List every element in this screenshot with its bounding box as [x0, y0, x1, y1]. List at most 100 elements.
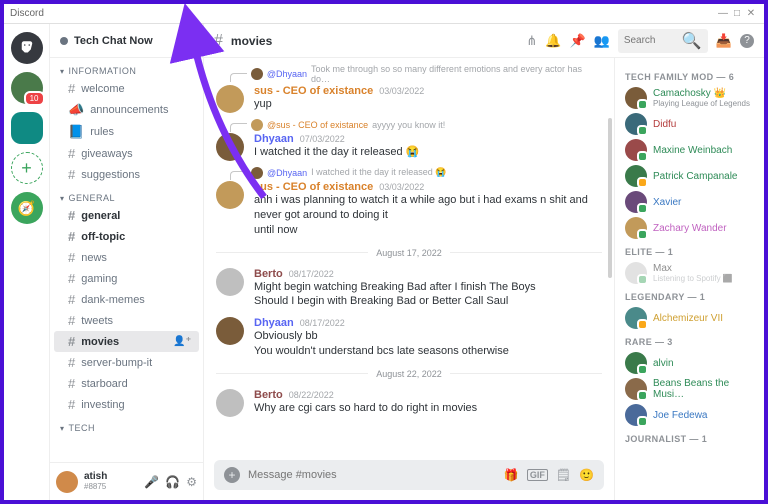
channel-rules[interactable]: 📘rules — [54, 121, 199, 143]
home-button[interactable] — [11, 32, 43, 64]
date-divider: August 17, 2022 — [216, 248, 602, 258]
message-author[interactable]: Berto — [254, 268, 283, 280]
hash-icon: # — [68, 355, 75, 370]
self-avatar[interactable] — [56, 471, 78, 493]
sticker-icon[interactable]: 🗒 — [556, 468, 571, 482]
help-icon[interactable]: ? — [740, 34, 754, 48]
channel-gaming[interactable]: #gaming — [54, 268, 199, 289]
min-button[interactable]: — — [716, 8, 730, 19]
category-label[interactable]: TECH — [50, 415, 203, 435]
gif-icon[interactable]: GIF — [527, 469, 548, 481]
hash-icon: # — [68, 292, 75, 307]
channel-label: server-bump-it — [81, 357, 152, 369]
member-item[interactable]: MaxListening to Spotify ⬛ — [623, 260, 756, 286]
hash-icon: # — [214, 32, 223, 50]
message-text: You wouldn't understand bcs late seasons… — [254, 344, 509, 359]
member-item[interactable]: Alchemizeur VII — [623, 305, 756, 331]
member-item[interactable]: Beans Beans the Musi… — [623, 376, 756, 402]
member-name: Didfu — [653, 119, 676, 130]
avatar[interactable] — [216, 133, 244, 161]
channel-label: starboard — [81, 378, 127, 390]
message-author[interactable]: Berto — [254, 389, 283, 401]
member-avatar — [625, 217, 647, 239]
member-group-label: LEGENDARY — 1 — [625, 292, 756, 302]
member-item[interactable]: Zachary Wander — [623, 215, 756, 241]
message-author[interactable]: Dhyaan — [254, 317, 294, 329]
avatar[interactable] — [216, 85, 244, 113]
reply-author: @Dhyaan — [267, 168, 307, 178]
hash-icon: # — [68, 376, 75, 391]
message-author[interactable]: Dhyaan — [254, 133, 294, 145]
self-tag: #8875 — [84, 482, 107, 491]
member-item[interactable]: Joe Fedewa — [623, 402, 756, 428]
hash-icon: # — [68, 313, 75, 328]
member-item[interactable]: Didfu — [623, 111, 756, 137]
members-toggle-icon[interactable]: 👥 — [594, 33, 610, 49]
member-item[interactable]: Maxine Weinbach — [623, 137, 756, 163]
search-input[interactable] — [624, 35, 678, 46]
channel-general[interactable]: #general — [54, 205, 199, 226]
channel-suggestions[interactable]: #suggestions — [54, 164, 199, 185]
invite-icon[interactable]: 👤⁺ — [173, 336, 191, 347]
member-avatar — [625, 113, 647, 135]
server-header[interactable]: Tech Chat Now ⌄ — [50, 24, 203, 58]
member-group-label: JOURNALIST — 1 — [625, 434, 756, 444]
add-server-button[interactable]: + — [11, 152, 43, 184]
channel-movies[interactable]: #movies👤⁺ — [54, 331, 199, 352]
channel-starboard[interactable]: # starboard — [54, 373, 199, 394]
scrollbar[interactable] — [608, 118, 612, 278]
member-name: Camachosky 👑 — [653, 88, 750, 99]
channel-off-topic[interactable]: #off-topic — [54, 226, 199, 247]
member-avatar — [625, 87, 647, 109]
guild-icon-selected[interactable] — [11, 112, 43, 144]
member-item[interactable]: Patrick Campanale — [623, 163, 756, 189]
notifications-icon[interactable]: 🔔 — [545, 33, 561, 49]
channel-investing[interactable]: #investing — [54, 394, 199, 415]
message-text: Should I begin with Breaking Bad or Bett… — [254, 294, 536, 309]
message-author[interactable]: sus - CEO of existance — [254, 181, 373, 193]
attach-button[interactable]: + — [224, 467, 240, 483]
category-label[interactable]: GENERAL — [50, 185, 203, 205]
guild-icon[interactable] — [11, 72, 43, 104]
channel-news[interactable]: #news — [54, 247, 199, 268]
channel-title: movies — [231, 34, 272, 48]
channel-announcements[interactable]: 📣announcements — [54, 99, 199, 121]
mute-icon[interactable]: 🎤 — [144, 475, 159, 489]
max-button[interactable]: □ — [730, 8, 744, 19]
pinned-icon[interactable]: 📌 — [569, 33, 585, 49]
member-name: Alchemizeur VII — [653, 313, 723, 324]
explore-button[interactable]: 🧭 — [11, 192, 43, 224]
channel-giveaways[interactable]: #giveaways — [54, 143, 199, 164]
gift-icon[interactable]: 🎁 — [504, 468, 519, 482]
reply-avatar — [251, 68, 263, 80]
self-username: atish — [84, 472, 107, 482]
search-box[interactable]: 🔍 — [618, 29, 708, 53]
member-activity: Listening to Spotify ⬛ — [653, 274, 733, 283]
channel-welcome[interactable]: #welcome — [54, 78, 199, 99]
category-label[interactable]: INFORMATION — [50, 58, 203, 78]
settings-icon[interactable]: ⚙ — [186, 475, 197, 489]
member-avatar — [625, 139, 647, 161]
inbox-icon[interactable]: 📥 — [716, 33, 732, 49]
emoji-icon[interactable]: 🙂 — [579, 468, 594, 482]
avatar[interactable] — [216, 317, 244, 345]
deafen-icon[interactable]: 🎧 — [165, 475, 180, 489]
channel-tweets[interactable]: #tweets — [54, 310, 199, 331]
avatar[interactable] — [216, 389, 244, 417]
avatar[interactable] — [216, 181, 244, 209]
member-item[interactable]: Xavier — [623, 189, 756, 215]
channel-label: dank-memes — [81, 294, 145, 306]
close-button[interactable]: ✕ — [744, 8, 758, 19]
reply-avatar — [251, 167, 263, 179]
member-group-label: RARE — 3 — [625, 337, 756, 347]
channel-server-bump-it[interactable]: # server-bump-it — [54, 352, 199, 373]
message-timestamp: 08/22/2022 — [289, 390, 334, 400]
message: sus - CEO of existance03/03/2022yup — [216, 81, 602, 117]
member-item[interactable]: alvin — [623, 350, 756, 376]
message-input[interactable] — [248, 469, 496, 481]
threads-icon[interactable]: ⋔ — [526, 33, 537, 49]
message-author[interactable]: sus - CEO of existance — [254, 85, 373, 97]
channel-dank-memes[interactable]: # dank-memes — [54, 289, 199, 310]
member-item[interactable]: Camachosky 👑Playing League of Legends — [623, 85, 756, 111]
avatar[interactable] — [216, 268, 244, 296]
